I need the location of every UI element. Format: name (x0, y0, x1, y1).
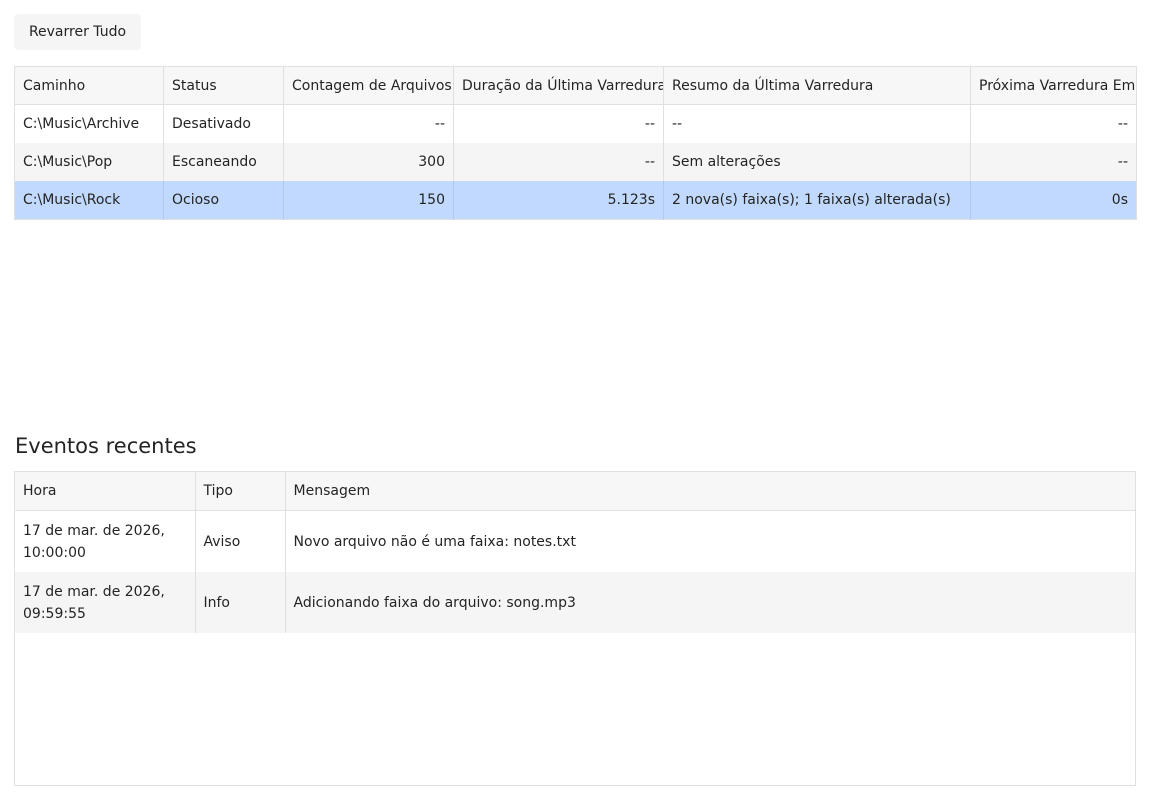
column-header-last-scan-summary[interactable]: Resumo da Última Varredura (663, 66, 971, 105)
cell-next-scan-in: -- (970, 104, 1137, 143)
cell-type: Info (195, 572, 286, 633)
rescan-all-button[interactable]: Revarrer Tudo (14, 14, 141, 50)
cell-path: C:\Music\Rock (14, 181, 164, 220)
cell-path: C:\Music\Archive (14, 104, 164, 143)
cell-last-scan-summary: 2 nova(s) faixa(s); 1 faixa(s) alterada(… (663, 181, 971, 220)
cell-message: Novo arquivo não é uma faixa: notes.txt (285, 510, 1135, 572)
folder-row-selected[interactable]: C:\Music\Rock Ocioso 150 5.123s 2 nova(s… (14, 181, 1137, 220)
column-header-last-scan-duration[interactable]: Duração da Última Varredura (453, 66, 664, 105)
event-row[interactable]: 17 de mar. de 2026, 10:00:00 Aviso Novo … (15, 510, 1135, 572)
cell-next-scan-in: -- (970, 143, 1137, 181)
column-header-status[interactable]: Status (163, 66, 284, 105)
cell-path: C:\Music\Pop (14, 143, 164, 181)
cell-last-scan-duration: -- (453, 104, 664, 143)
column-header-time[interactable]: Hora (15, 472, 196, 511)
cell-time: 17 de mar. de 2026, 09:59:55 (15, 572, 196, 633)
cell-type: Aviso (195, 510, 286, 572)
events-title: Eventos recentes (15, 434, 197, 458)
folders-header-row: Caminho Status Contagem de Arquivos Dura… (14, 66, 1137, 105)
cell-file-count: 150 (283, 181, 454, 220)
cell-time: 17 de mar. de 2026, 10:00:00 (15, 510, 196, 572)
cell-message: Adicionando faixa do arquivo: song.mp3 (285, 572, 1135, 633)
cell-status: Ocioso (163, 181, 284, 220)
column-header-next-scan-in[interactable]: Próxima Varredura Em (970, 66, 1137, 105)
cell-last-scan-summary: -- (663, 104, 971, 143)
folder-row[interactable]: C:\Music\Pop Escaneando 300 -- Sem alter… (14, 143, 1137, 181)
cell-status: Escaneando (163, 143, 284, 181)
cell-file-count: -- (283, 104, 454, 143)
column-header-path[interactable]: Caminho (14, 66, 164, 105)
event-row[interactable]: 17 de mar. de 2026, 09:59:55 Info Adicio… (15, 572, 1135, 633)
column-header-message[interactable]: Mensagem (285, 472, 1135, 511)
cell-file-count: 300 (283, 143, 454, 181)
cell-next-scan-in: 0s (970, 181, 1137, 220)
folder-row[interactable]: C:\Music\Archive Desativado -- -- -- -- (14, 104, 1137, 143)
cell-last-scan-summary: Sem alterações (663, 143, 971, 181)
page: Revarrer Tudo Caminho Status Contagem de… (0, 0, 1150, 800)
column-header-file-count[interactable]: Contagem de Arquivos (283, 66, 454, 105)
folders-table: Caminho Status Contagem de Arquivos Dura… (14, 66, 1137, 220)
events-header-row: Hora Tipo Mensagem (15, 472, 1135, 511)
cell-last-scan-duration: -- (453, 143, 664, 181)
events-panel: Hora Tipo Mensagem 17 de mar. de 2026, 1… (14, 471, 1136, 786)
cell-status: Desativado (163, 104, 284, 143)
events-table: Hora Tipo Mensagem 17 de mar. de 2026, 1… (15, 472, 1135, 633)
cell-last-scan-duration: 5.123s (453, 181, 664, 220)
column-header-type[interactable]: Tipo (195, 472, 286, 511)
